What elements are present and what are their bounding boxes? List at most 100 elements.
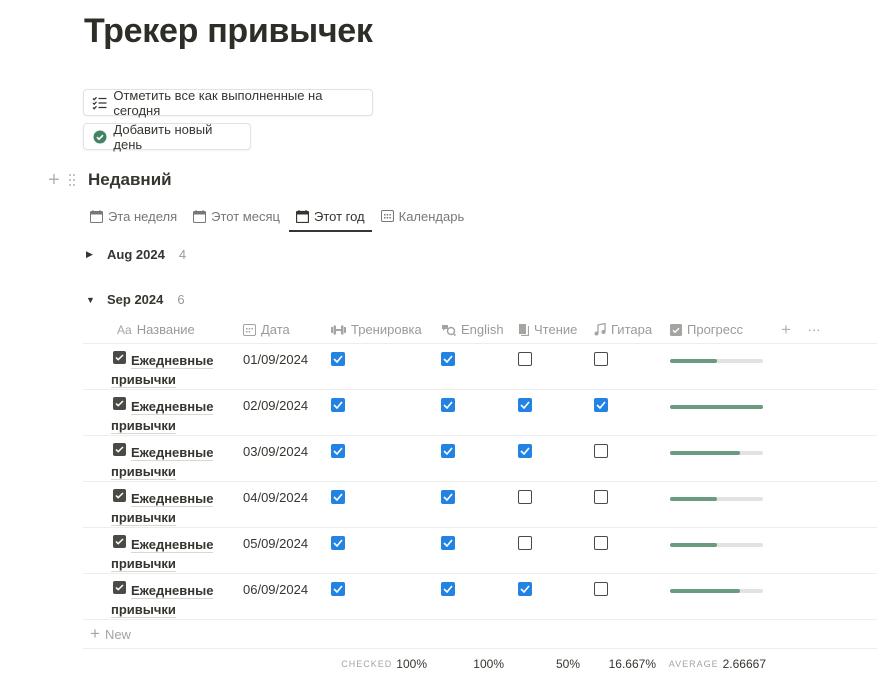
reading-checkbox[interactable] — [518, 444, 532, 458]
cell-name[interactable]: Ежедневные привычки — [83, 528, 235, 573]
row-title[interactable]: Ежедневные привычки — [111, 489, 235, 527]
reading-checkbox[interactable] — [518, 536, 532, 550]
guitar-checkbox[interactable] — [594, 398, 608, 412]
cell-date[interactable]: 05/09/2024 — [235, 528, 323, 573]
column-header-reading[interactable]: Чтение — [510, 316, 586, 343]
cell-reading — [510, 436, 586, 481]
row-title[interactable]: Ежедневные привычки — [111, 535, 235, 573]
cell-date[interactable]: 06/09/2024 — [235, 574, 323, 619]
guitar-checkbox[interactable] — [594, 444, 608, 458]
tab-label: Календарь — [398, 208, 465, 224]
training-checkbox[interactable] — [331, 444, 345, 458]
cell-date[interactable]: 01/09/2024 — [235, 344, 323, 389]
calc-label: CHECKED — [341, 659, 393, 669]
row-title[interactable]: Ежедневные привычки — [111, 581, 235, 619]
cell-progress — [662, 574, 772, 619]
column-header-date[interactable]: Дата — [235, 316, 323, 343]
column-label: Чтение — [534, 322, 578, 337]
triangle-right-icon[interactable]: ▶ — [86, 249, 96, 260]
guitar-checkbox[interactable] — [594, 352, 608, 366]
view-tabs: Эта неделя Этот месяц Этот год Календарь — [83, 202, 473, 232]
guitar-checkbox[interactable] — [594, 536, 608, 550]
column-label: Название — [136, 322, 195, 337]
column-label: Дата — [261, 322, 290, 337]
tab-this-year[interactable]: Этот год — [288, 202, 372, 232]
english-checkbox[interactable] — [441, 398, 455, 412]
cell-name[interactable]: Ежедневные привычки — [83, 436, 235, 481]
column-header-progress[interactable]: Прогресс — [662, 316, 772, 343]
new-row-button[interactable]: + New — [83, 620, 877, 649]
column-header-training[interactable]: Тренировка — [323, 316, 433, 343]
column-label: Гитара — [611, 322, 653, 337]
guitar-checkbox[interactable] — [594, 490, 608, 504]
reading-checkbox[interactable] — [518, 582, 532, 596]
calc-training[interactable]: CHECKED 100% — [83, 657, 433, 671]
row-title[interactable]: Ежедневные привычки — [111, 397, 235, 435]
cell-english — [433, 482, 510, 527]
cell-date[interactable]: 02/09/2024 — [235, 390, 323, 435]
calc-value: 50% — [555, 657, 580, 671]
guitar-checkbox[interactable] — [594, 582, 608, 596]
tab-this-week[interactable]: Эта неделя — [83, 202, 184, 230]
add-column-button[interactable]: + — [772, 316, 800, 343]
plus-icon: + — [90, 624, 100, 643]
english-checkbox[interactable] — [441, 536, 455, 550]
training-checkbox[interactable] — [331, 398, 345, 412]
english-checkbox[interactable] — [441, 490, 455, 504]
add-block-icon[interactable]: + — [46, 170, 62, 190]
mark-all-done-button[interactable]: Отметить все как выполненные на сегодня — [83, 88, 373, 118]
reading-checkbox[interactable] — [518, 490, 532, 504]
cell-name[interactable]: Ежедневные привычки — [83, 344, 235, 389]
add-new-day-button[interactable]: Добавить новый день — [83, 122, 251, 152]
cell-name[interactable]: Ежедневные привычки — [83, 390, 235, 435]
table-body: Ежедневные привычки 01/09/2024 Ежедневные … — [83, 344, 877, 620]
more-options-icon[interactable]: ··· — [800, 316, 828, 343]
cell-name[interactable]: Ежедневные привычки — [83, 574, 235, 619]
cell-progress — [662, 436, 772, 481]
group-count: 4 — [178, 247, 187, 262]
progress-bar-fill — [670, 497, 717, 501]
cell-date[interactable]: 04/09/2024 — [235, 482, 323, 527]
page-title: Трекер привычек — [84, 12, 373, 50]
triangle-down-icon[interactable]: ▼ — [86, 295, 96, 305]
drag-handle-icon[interactable] — [68, 173, 78, 187]
reading-checkbox[interactable] — [518, 352, 532, 366]
column-header-name[interactable]: Aa Название — [83, 316, 235, 343]
cell-guitar — [586, 574, 662, 619]
english-checkbox[interactable] — [441, 352, 455, 366]
cell-training — [323, 482, 433, 527]
training-checkbox[interactable] — [331, 582, 345, 596]
training-checkbox[interactable] — [331, 352, 345, 366]
checkbox-icon — [670, 323, 682, 336]
calc-reading[interactable]: 50% — [510, 657, 586, 671]
check-circle-icon — [92, 129, 107, 145]
english-checkbox[interactable] — [441, 582, 455, 596]
cell-progress — [662, 482, 772, 527]
english-checkbox[interactable] — [441, 444, 455, 458]
table-header: Aa Название Дата Тренировка English Чтен… — [83, 316, 877, 344]
row-title[interactable]: Ежедневные привычки — [111, 443, 235, 481]
calc-guitar[interactable]: 16.667% — [586, 657, 662, 671]
column-header-english[interactable]: English — [433, 316, 510, 343]
column-label: Прогресс — [687, 322, 744, 337]
calendar-icon — [90, 209, 103, 223]
cell-reading — [510, 482, 586, 527]
group-toggle-sep-2024[interactable]: ▼ Sep 2024 6 — [86, 292, 185, 307]
tab-this-month[interactable]: Этот месяц — [186, 202, 287, 230]
tab-calendar[interactable]: Календарь — [374, 202, 472, 230]
column-header-guitar[interactable]: Гитара — [586, 316, 662, 343]
cell-guitar — [586, 436, 662, 481]
group-toggle-aug-2024[interactable]: ▶ Aug 2024 4 — [86, 247, 186, 262]
row-title[interactable]: Ежедневные привычки — [111, 351, 235, 389]
calendar-icon — [193, 209, 207, 223]
cell-english — [433, 344, 510, 389]
cell-name[interactable]: Ежедневные привычки — [83, 482, 235, 527]
calc-english[interactable]: 100% — [433, 657, 510, 671]
cell-guitar — [586, 528, 662, 573]
reading-checkbox[interactable] — [518, 398, 532, 412]
training-checkbox[interactable] — [331, 490, 345, 504]
progress-bar-fill — [670, 359, 717, 363]
calc-progress[interactable]: AVERAGE 2.66667 — [662, 657, 772, 671]
training-checkbox[interactable] — [331, 536, 345, 550]
cell-date[interactable]: 03/09/2024 — [235, 436, 323, 481]
